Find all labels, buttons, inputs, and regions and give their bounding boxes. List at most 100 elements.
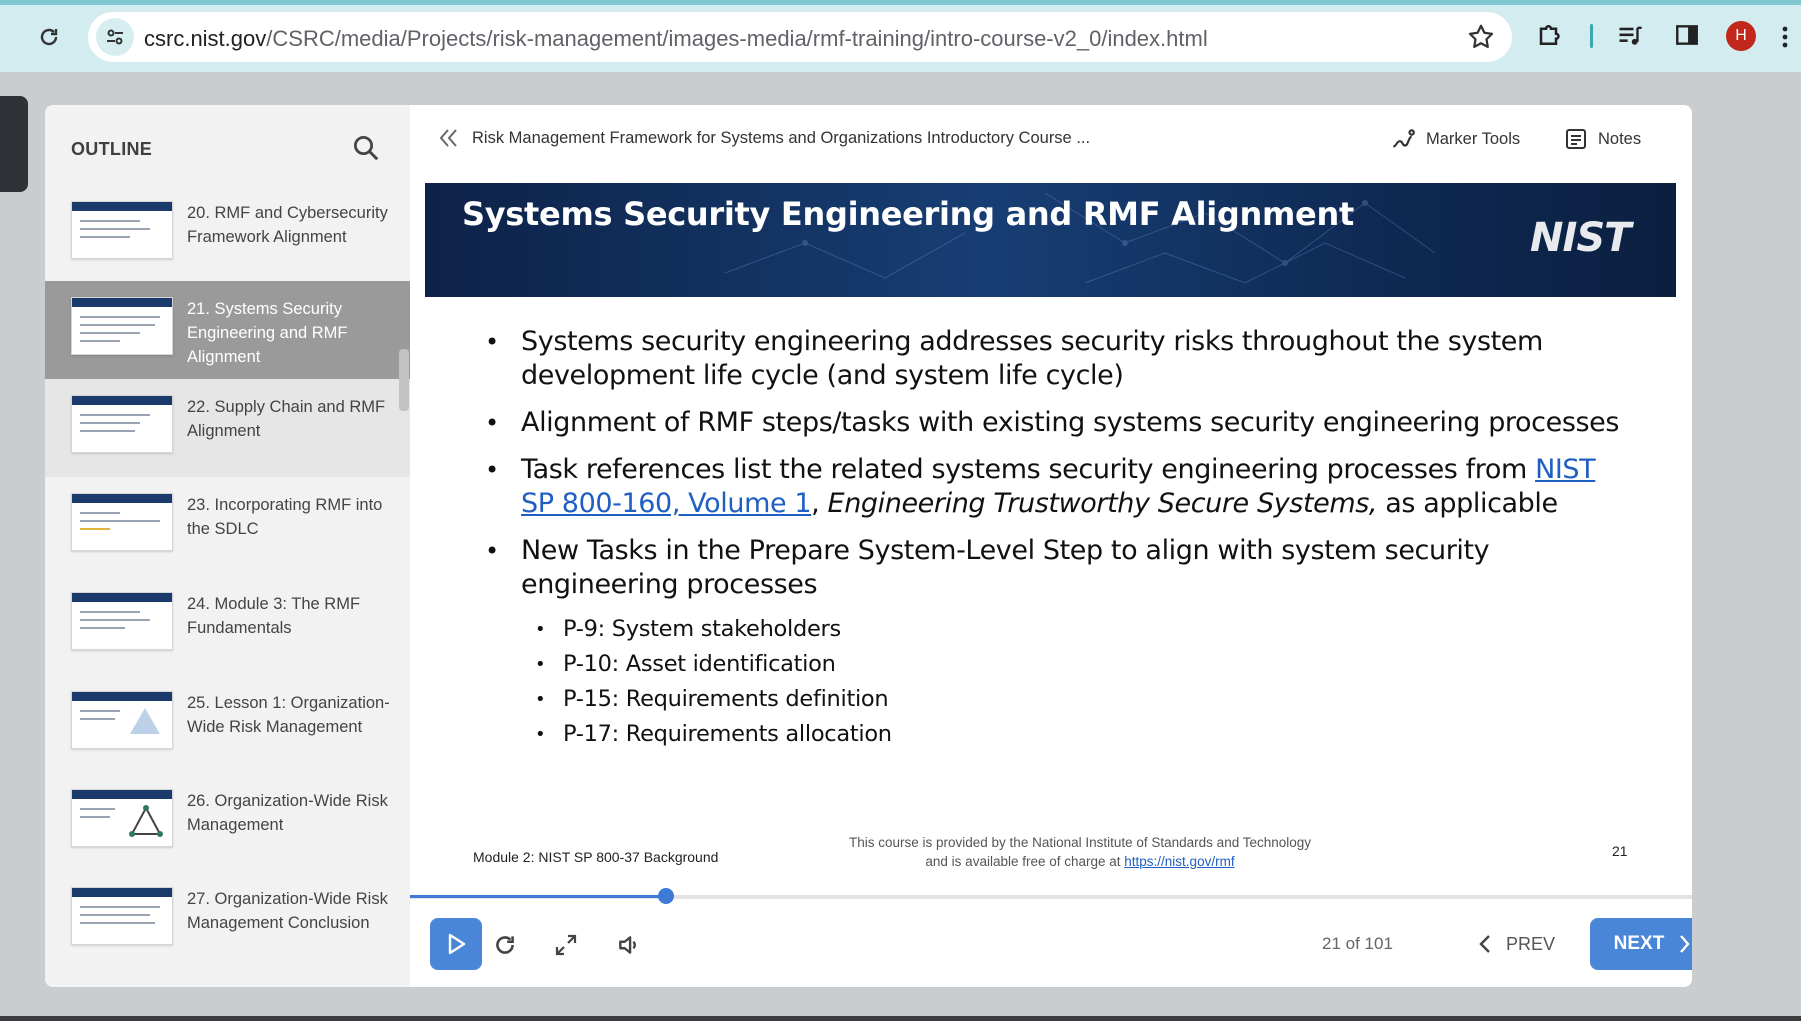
star-icon xyxy=(1468,24,1494,48)
bullet-item: Alignment of RMF steps/tasks with existi… xyxy=(485,406,1635,440)
outline-item-label: 23. Incorporating RMF into the SDLC xyxy=(187,496,383,538)
bullet-text-end: as applicable xyxy=(1377,488,1558,519)
next-label: NEXT xyxy=(1613,933,1665,954)
notes-icon xyxy=(1566,129,1586,149)
outline-item[interactable]: 23. Incorporating RMF into the SDLC xyxy=(45,477,410,575)
volume-icon xyxy=(619,936,636,954)
search-icon xyxy=(354,136,379,161)
outline-item-label: 27. Organization-Wide Risk Management Co… xyxy=(187,890,388,932)
slide-thumbnail xyxy=(71,887,173,945)
fullscreen-button[interactable] xyxy=(551,930,581,960)
nist-logo: NIST xyxy=(1530,215,1631,261)
url-host: csrc.nist.gov xyxy=(144,26,267,51)
media-controls-button[interactable] xyxy=(1616,22,1646,52)
tab-strip-edge xyxy=(0,0,1801,5)
seek-bar[interactable] xyxy=(410,888,1692,904)
bullet-separator: , xyxy=(811,488,828,519)
volume-button[interactable] xyxy=(614,930,644,960)
toolbar-separator xyxy=(1590,24,1593,48)
attribution-text: This course is provided by the National … xyxy=(848,835,1312,869)
slide-title: Systems Security Engineering and RMF Ali… xyxy=(462,195,1354,233)
bullet-text: Task references list the related systems… xyxy=(521,454,1536,485)
slide-canvas: Systems Security Engineering and RMF Ali… xyxy=(425,183,1676,869)
side-panel-icon xyxy=(1676,25,1698,45)
publication-title: Engineering Trustworthy Secure Systems, xyxy=(827,488,1378,519)
slide-thumbnail xyxy=(71,395,173,453)
bookmark-button[interactable] xyxy=(1466,22,1496,52)
outline-scrollbar[interactable] xyxy=(399,349,409,411)
tune-icon xyxy=(107,29,123,45)
chevron-right-icon xyxy=(1680,935,1690,953)
nist-rmf-link[interactable]: https://nist.gov/rmf xyxy=(1124,854,1234,869)
reload-button[interactable] xyxy=(32,20,66,54)
outline-item-active[interactable]: 21. Systems Security Engineering and RMF… xyxy=(45,281,410,379)
player-topbar: Risk Management Framework for Systems an… xyxy=(410,105,1692,181)
seek-handle[interactable] xyxy=(658,888,674,904)
url-text: csrc.nist.gov/CSRC/media/Projects/risk-m… xyxy=(144,26,1208,52)
slide-banner: Systems Security Engineering and RMF Ali… xyxy=(425,183,1676,297)
expand-icon xyxy=(555,934,577,956)
puzzle-icon xyxy=(1539,25,1560,45)
window-bottom-edge xyxy=(0,1016,1801,1021)
prev-button[interactable]: PREV xyxy=(1478,929,1555,959)
slide-thumbnail xyxy=(71,493,173,551)
module-footer: Module 2: NIST SP 800-37 Background xyxy=(473,849,719,865)
outline-item[interactable]: 27. Organization-Wide Risk Management Co… xyxy=(45,871,410,969)
course-player: OUTLINE 20. RMF and Cybersecurity Framew… xyxy=(45,105,1692,987)
floating-side-tab[interactable] xyxy=(0,96,28,192)
sub-bullet-list: P-9: System stakeholders P-10: Asset ide… xyxy=(521,612,1635,752)
slide-thumbnail xyxy=(71,789,173,847)
outline-heading: OUTLINE xyxy=(71,139,153,159)
outline-sidebar: OUTLINE 20. RMF and Cybersecurity Framew… xyxy=(45,105,410,987)
marker-icon xyxy=(1393,129,1415,148)
next-button[interactable]: NEXT xyxy=(1590,918,1692,970)
slide-thumbnail xyxy=(71,592,173,650)
seek-progress xyxy=(410,895,666,898)
side-panel-button[interactable] xyxy=(1674,22,1704,52)
course-title: Risk Management Framework for Systems an… xyxy=(472,129,1091,147)
url-path: /CSRC/media/Projects/risk-management/ima… xyxy=(266,26,1208,51)
kebab-menu-icon xyxy=(1782,26,1788,48)
reload-icon xyxy=(40,28,58,46)
course-attribution: This course is provided by the National … xyxy=(845,833,1315,871)
play-icon xyxy=(448,933,466,955)
bullet-text: New Tasks in the Prepare System-Level St… xyxy=(521,535,1490,600)
slide-thumbnail xyxy=(71,297,173,355)
replay-button[interactable] xyxy=(490,930,520,960)
profile-avatar[interactable]: H xyxy=(1726,21,1756,51)
outline-item[interactable]: 26. Organization-Wide Risk Management xyxy=(45,773,410,871)
outline-item[interactable]: 25. Lesson 1: Organization-Wide Risk Man… xyxy=(45,675,410,773)
play-button[interactable] xyxy=(430,918,482,970)
sub-bullet-item: P-17: Requirements allocation xyxy=(521,717,1635,752)
collapse-sidebar-button[interactable] xyxy=(438,127,460,149)
outline-item[interactable]: 24. Module 3: The RMF Fundamentals xyxy=(45,576,410,674)
outline-item-label: 22. Supply Chain and RMF Alignment xyxy=(187,398,386,440)
chevron-left-icon xyxy=(1479,935,1490,953)
extensions-button[interactable] xyxy=(1536,20,1568,52)
notes-button[interactable]: Notes xyxy=(1564,123,1641,155)
outline-item[interactable]: 20. RMF and Cybersecurity Framework Alig… xyxy=(45,187,410,283)
page-counter: 21 of 101 xyxy=(1322,934,1393,953)
browser-menu-button[interactable] xyxy=(1780,22,1794,52)
outline-item-label: 21. Systems Security Engineering and RMF… xyxy=(187,300,348,366)
marker-tools-label: Marker Tools xyxy=(1426,129,1521,148)
outline-search-button[interactable] xyxy=(351,133,383,165)
bullet-list: Systems security engineering addresses s… xyxy=(485,325,1635,765)
outline-item-label: 20. RMF and Cybersecurity Framework Alig… xyxy=(187,204,388,246)
marker-tools-button[interactable]: Marker Tools xyxy=(1390,123,1520,155)
outline-item-label: 26. Organization-Wide Risk Management xyxy=(187,792,388,834)
outline-item[interactable]: 22. Supply Chain and RMF Alignment xyxy=(45,379,410,477)
browser-toolbar: csrc.nist.gov/CSRC/media/Projects/risk-m… xyxy=(0,0,1801,72)
slide-thumbnail xyxy=(71,691,173,749)
outline-list: 20. RMF and Cybersecurity Framework Alig… xyxy=(45,187,410,987)
sub-bullet-item: P-15: Requirements definition xyxy=(521,682,1635,717)
address-bar[interactable]: csrc.nist.gov/CSRC/media/Projects/risk-m… xyxy=(88,12,1512,62)
sub-bullet-item: P-10: Asset identification xyxy=(521,647,1635,682)
double-chevron-left-icon xyxy=(439,129,457,147)
outline-item-label: 24. Module 3: The RMF Fundamentals xyxy=(187,595,361,637)
bullet-item: New Tasks in the Prepare System-Level St… xyxy=(485,534,1635,752)
queue-music-icon xyxy=(1619,26,1642,45)
site-info-button[interactable] xyxy=(96,18,134,56)
sub-bullet-item: P-9: System stakeholders xyxy=(521,612,1635,647)
replay-icon xyxy=(496,936,514,954)
